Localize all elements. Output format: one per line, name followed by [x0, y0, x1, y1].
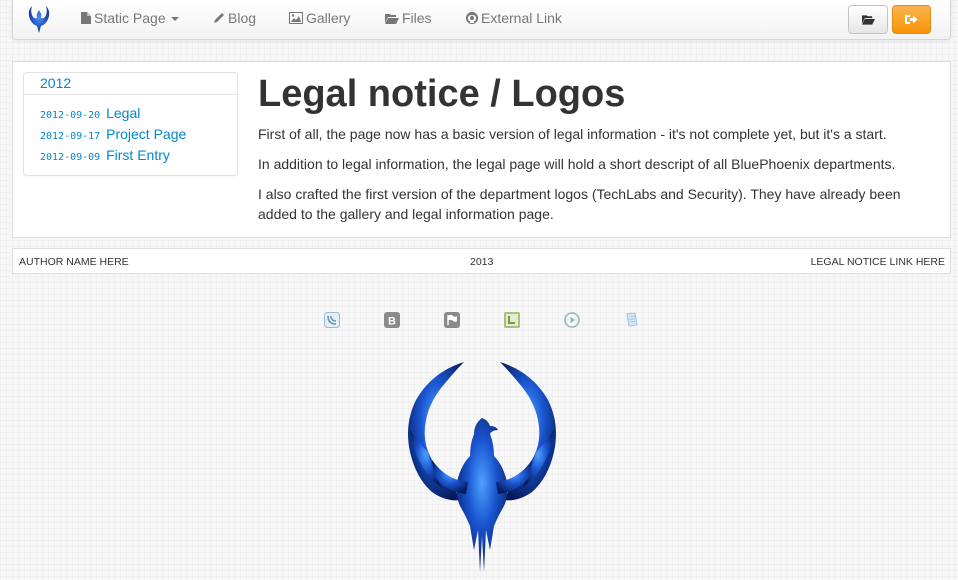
entry-title[interactable]: Project Page: [106, 126, 186, 142]
files-button[interactable]: [848, 5, 888, 34]
l-badge-icon[interactable]: [504, 312, 520, 328]
archive-year[interactable]: 2012: [40, 75, 71, 91]
archive-entry[interactable]: 2012-09-09 First Entry: [40, 147, 170, 163]
nav-gallery-label: Gallery: [306, 10, 351, 26]
article-paragraph: In addition to legal information, the le…: [258, 156, 896, 172]
page-footer: AUTHOR NAME HERE 2013 LEGAL NOTICE LINK …: [12, 248, 951, 274]
wave-badge-icon[interactable]: [324, 312, 340, 328]
play-badge-icon[interactable]: [564, 312, 580, 328]
sign-out-button[interactable]: [892, 5, 931, 34]
entry-title[interactable]: Legal: [106, 105, 140, 121]
nav-gallery[interactable]: Gallery: [289, 0, 350, 38]
phoenix-logo-icon[interactable]: [25, 2, 53, 36]
entry-date: 2012-09-17: [40, 131, 101, 142]
footer-author: AUTHOR NAME HERE: [19, 256, 129, 268]
nav-external-link[interactable]: External Link: [466, 0, 562, 38]
footer-year: 2013: [470, 256, 494, 268]
flag-badge-icon[interactable]: [444, 312, 460, 328]
chevron-down-icon: [170, 17, 179, 21]
nav-blog-label: Blog: [228, 10, 257, 26]
folder-open-icon: [385, 14, 399, 24]
article: Legal notice / Logos First of all, the p…: [258, 70, 938, 224]
footer-legal-link[interactable]: LEGAL NOTICE LINK HERE: [811, 256, 945, 268]
pencil-icon: [214, 13, 224, 23]
divider: [24, 94, 237, 95]
top-navbar: Static Page Blog Gallery Files External …: [12, 0, 951, 40]
nav-blog[interactable]: Blog: [213, 0, 256, 38]
nav-files-label: Files: [402, 10, 432, 26]
entry-date: 2012-09-09: [40, 152, 101, 163]
svg-text:B: B: [388, 316, 396, 328]
nav-external-link-label: External Link: [481, 10, 562, 26]
github-icon: [466, 12, 478, 24]
nav-static-page[interactable]: Static Page: [81, 0, 179, 38]
entry-title[interactable]: First Entry: [106, 147, 170, 163]
nav-files[interactable]: Files: [385, 0, 432, 38]
nav-static-page-label: Static Page: [94, 10, 166, 26]
archive-entry[interactable]: 2012-09-20 Legal: [40, 105, 140, 121]
folder-open-icon: [861, 15, 875, 25]
archive-entry[interactable]: 2012-09-17 Project Page: [40, 126, 186, 142]
archive-sidebar: 2012 2012-09-20 Legal 2012-09-17 Project…: [23, 72, 238, 176]
file-icon: [81, 12, 91, 24]
document-badge-icon[interactable]: [624, 312, 640, 328]
picture-icon: [289, 12, 303, 24]
article-paragraph: I also crafted the first version of the …: [258, 186, 901, 222]
content-panel: 2012 2012-09-20 Legal 2012-09-17 Project…: [12, 61, 951, 238]
entry-date: 2012-09-20: [40, 110, 101, 121]
page-title: Legal notice / Logos: [258, 73, 626, 115]
b-badge-icon[interactable]: B: [384, 312, 400, 328]
phoenix-logo-icon: [408, 362, 556, 572]
article-paragraph: First of all, the page now has a basic v…: [258, 126, 887, 142]
sign-out-icon: [905, 15, 918, 24]
